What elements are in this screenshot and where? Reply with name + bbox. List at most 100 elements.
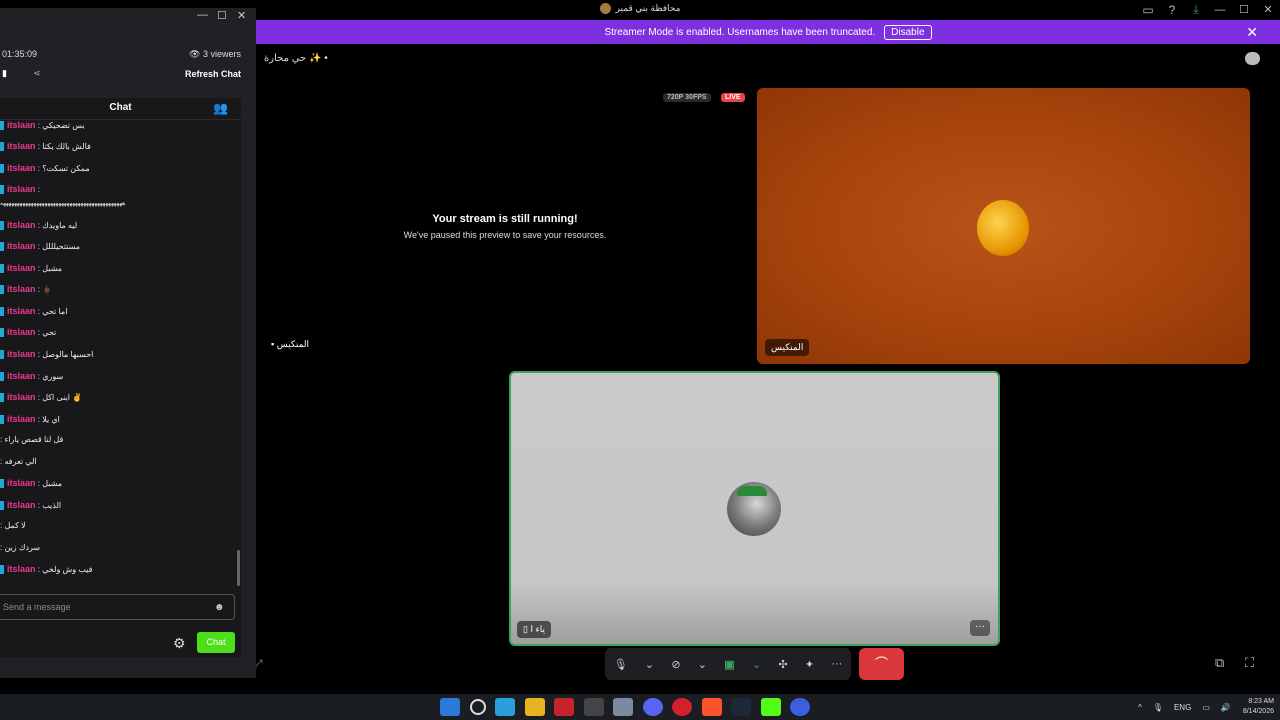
minimize-button[interactable]: — bbox=[1208, 4, 1232, 16]
chat-username[interactable]: itslaan bbox=[7, 141, 36, 151]
overlay-close-button[interactable]: ✕ bbox=[237, 9, 246, 22]
soundboard-icon[interactable]: ✦ bbox=[805, 658, 814, 671]
app-f-icon[interactable] bbox=[495, 698, 515, 716]
tile-more-button[interactable]: ··· bbox=[970, 620, 990, 636]
chat-username[interactable]: itslaan bbox=[7, 220, 36, 230]
chat-username[interactable]: itslaan bbox=[7, 392, 36, 402]
start-icon[interactable] bbox=[440, 698, 460, 716]
more-options-button[interactable]: ··· bbox=[831, 658, 842, 670]
chat-text: الذيب bbox=[42, 501, 62, 510]
chat-username[interactable]: itslaan bbox=[7, 120, 36, 130]
chat-username[interactable]: itslaan bbox=[7, 241, 36, 251]
community-users-icon[interactable]: 👥 bbox=[213, 98, 228, 118]
chat-message-input[interactable] bbox=[0, 594, 235, 620]
brave-browser-icon[interactable] bbox=[701, 698, 722, 716]
popout-icon[interactable]: ⧉ bbox=[1215, 655, 1224, 671]
chat-username[interactable]: itslaan bbox=[7, 371, 36, 381]
discord-icon[interactable] bbox=[642, 698, 663, 716]
share-icon[interactable]: ⋖ bbox=[33, 68, 41, 79]
chat-text: ابنى اكل ✌️ bbox=[42, 393, 83, 402]
chat-username[interactable]: itslaan bbox=[7, 184, 36, 194]
game-app-icon[interactable] bbox=[554, 698, 574, 716]
screen-share-button-icon[interactable]: ▣ bbox=[724, 658, 734, 671]
ea-icon[interactable] bbox=[790, 698, 810, 716]
badge-icon bbox=[0, 221, 4, 231]
disconnect-button[interactable]: ⌒ bbox=[859, 648, 904, 680]
gear-icon[interactable]: ⚙ bbox=[173, 635, 186, 652]
badge-icon bbox=[0, 565, 4, 575]
taskbar-apps bbox=[440, 698, 820, 716]
banner-message: Streamer Mode is enabled. Usernames have… bbox=[604, 26, 876, 38]
pen-app-icon[interactable] bbox=[583, 698, 604, 716]
chat-message: itslaan : bbox=[0, 184, 236, 198]
refresh-chat-button[interactable]: Refresh Chat bbox=[185, 69, 241, 79]
kick-icon[interactable] bbox=[760, 698, 781, 716]
live-badge: LIVE bbox=[721, 93, 745, 102]
close-button[interactable]: ✕ bbox=[1256, 3, 1280, 16]
red-app-icon[interactable] bbox=[672, 698, 692, 716]
overlay-minimize-button[interactable]: — bbox=[197, 9, 208, 21]
chat-text: اما تحي bbox=[42, 307, 68, 316]
maximize-button[interactable]: ☐ bbox=[1232, 3, 1256, 16]
stream-owner-name: المنكيس bbox=[276, 339, 310, 349]
paused-title: Your stream is still running! bbox=[432, 213, 578, 225]
stream-timer: 01:35:09 bbox=[2, 49, 38, 59]
chat-send-button[interactable]: Chat bbox=[197, 632, 235, 653]
fullscreen-icon[interactable]: ⛶ bbox=[1245, 655, 1254, 671]
camera-options-chevron-icon[interactable]: ⌄ bbox=[698, 658, 707, 671]
clock[interactable]: 8:23 AM 8/14/2026 bbox=[1243, 697, 1274, 717]
chat-scrollbar[interactable] bbox=[237, 550, 240, 586]
microphone-icon[interactable]: 🎙 bbox=[614, 658, 628, 671]
avatar-flag bbox=[737, 486, 767, 496]
participant-name-text: ياء ا bbox=[530, 624, 545, 634]
screen-options-chevron-icon[interactable]: ⌄ bbox=[752, 658, 761, 671]
chat-username[interactable]: itslaan bbox=[7, 263, 36, 273]
eye-icon: 👁 bbox=[189, 49, 201, 59]
settings-icon[interactable] bbox=[613, 698, 633, 716]
chat-username[interactable]: itslaan bbox=[7, 414, 36, 424]
disable-streamer-mode-button[interactable]: Disable bbox=[884, 24, 932, 40]
clock-date: 8/14/2026 bbox=[1242, 708, 1274, 715]
chat-message: itslaan : ممكن تسكت؟ bbox=[0, 163, 236, 177]
badge-icon bbox=[0, 393, 4, 403]
server-icon bbox=[599, 3, 611, 15]
chat-message: itslaan : الذيب bbox=[0, 500, 236, 514]
network-icon[interactable]: ▭ bbox=[1202, 703, 1210, 712]
chat-username[interactable]: itslaan bbox=[7, 306, 36, 316]
activities-icon[interactable]: ✣ bbox=[778, 658, 787, 671]
chat-username[interactable]: itslaan bbox=[7, 163, 36, 173]
chat-message: itslaan : بس تضحيكي bbox=[0, 120, 236, 134]
window-controls: ▭ ? ⤓ — ☐ ✕ bbox=[1136, 0, 1280, 19]
chat-text: احسبها مالوصل bbox=[42, 350, 94, 359]
emoji-icon[interactable]: ☻ bbox=[214, 602, 225, 613]
file-explorer-icon[interactable] bbox=[524, 698, 545, 716]
window-title-text: محافظة بني قمبر bbox=[615, 3, 681, 13]
language-indicator[interactable]: ENG bbox=[1174, 703, 1191, 712]
volume-icon[interactable]: 🔊 bbox=[1221, 703, 1231, 712]
chat-username[interactable]: itslaan bbox=[7, 500, 36, 510]
chat-username[interactable]: itslaan bbox=[7, 478, 36, 488]
overlay-maximize-button[interactable]: ☐ bbox=[217, 9, 227, 22]
chat-text: بس تضحيكي bbox=[42, 121, 85, 130]
tray-expand-icon[interactable]: ^ bbox=[1138, 703, 1142, 712]
chat-username[interactable]: itslaan bbox=[7, 564, 36, 574]
download-icon[interactable]: ⤓ bbox=[1184, 2, 1208, 17]
help-icon[interactable]: ? bbox=[1160, 3, 1184, 17]
badge-icon bbox=[0, 328, 4, 338]
participant-tile-speaking[interactable]: ▯ ياء ا ··· bbox=[509, 371, 1000, 646]
chat-bubble-icon[interactable] bbox=[1245, 52, 1260, 65]
camera-icon[interactable]: ▮ bbox=[2, 68, 7, 79]
camera-off-icon[interactable]: ⊘ bbox=[671, 658, 680, 671]
microphone-tray-icon[interactable]: 🎙 bbox=[1153, 703, 1163, 712]
banner-close-icon[interactable]: ✕ bbox=[1246, 24, 1258, 41]
chat-username[interactable]: itslaan bbox=[7, 327, 36, 337]
inbox-icon[interactable]: ▭ bbox=[1136, 3, 1160, 17]
steam-icon[interactable] bbox=[731, 698, 751, 716]
chat-username[interactable]: itslaan bbox=[7, 284, 36, 294]
stream-preview-tile[interactable]: Your stream is still running! We've paus… bbox=[258, 88, 752, 363]
participant-tile[interactable]: المنكيس bbox=[757, 88, 1250, 364]
avatar bbox=[727, 482, 781, 536]
mic-options-chevron-icon[interactable]: ⌄ bbox=[645, 658, 654, 671]
search-icon[interactable] bbox=[469, 699, 486, 715]
chat-username[interactable]: itslaan bbox=[7, 349, 36, 359]
